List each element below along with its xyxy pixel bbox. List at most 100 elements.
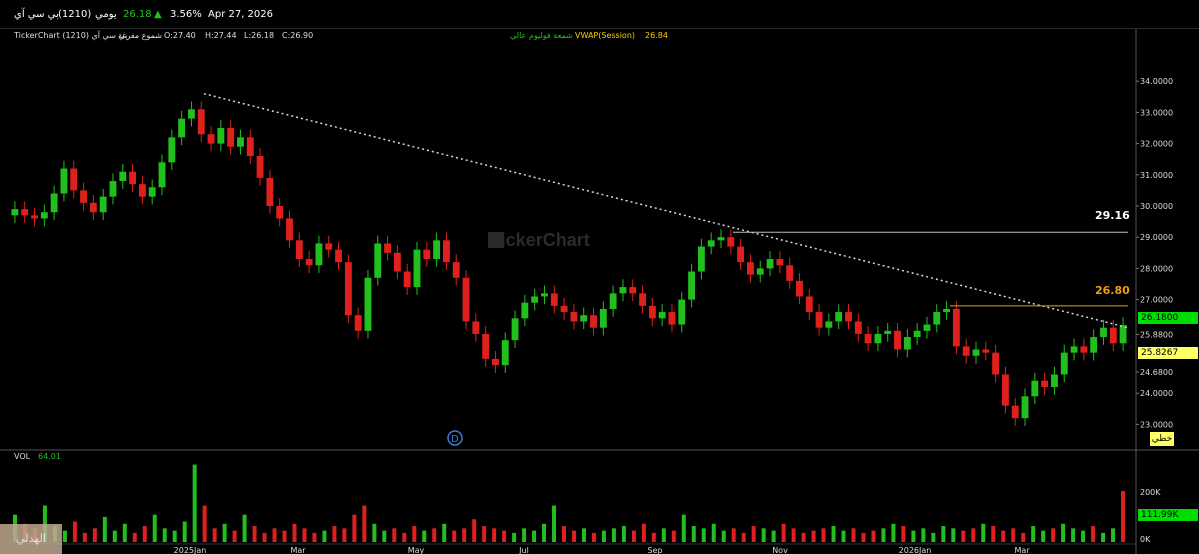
candle-body[interactable] [138,184,146,197]
candle-body[interactable] [501,340,509,366]
candle-body[interactable] [550,293,558,306]
candle-body[interactable] [776,259,784,266]
candle-body[interactable] [668,312,676,325]
candle-body[interactable] [168,137,176,163]
candle-body[interactable] [609,293,617,309]
candle-body[interactable] [1060,352,1068,375]
candle-body[interactable] [737,246,745,263]
period-label[interactable]: يومي [95,9,117,20]
candle-body[interactable] [1090,337,1098,353]
candle-body[interactable] [746,262,754,275]
symbol-name[interactable]: بي سي آي [14,9,59,20]
candle-body[interactable] [697,246,705,272]
candle-body[interactable] [933,312,941,325]
candle-body[interactable] [707,240,715,247]
candle-body[interactable] [854,321,862,334]
candle-body[interactable] [903,337,911,350]
candle-body[interactable] [1041,380,1049,387]
candle-body[interactable] [462,277,470,322]
candle-body[interactable] [99,196,107,213]
candle-body[interactable] [50,193,58,213]
candle-body[interactable] [187,109,195,119]
candle-body[interactable] [648,305,656,319]
candle-body[interactable] [805,296,813,313]
candle-body[interactable] [1051,374,1058,387]
candle-body[interactable] [364,277,372,331]
candle-body[interactable] [1080,346,1088,353]
candle-body[interactable] [511,318,519,341]
candle-body[interactable] [570,312,578,322]
candle-body[interactable] [472,321,480,334]
candle-body[interactable] [80,190,87,203]
candle-body[interactable] [1119,325,1127,344]
candle-body[interactable] [580,315,588,322]
mode-tag[interactable]: خطي [1150,432,1174,446]
candle-body[interactable] [982,349,990,353]
candle-body[interactable] [962,346,970,356]
candle-body[interactable] [11,209,19,216]
candle-body[interactable] [874,333,882,344]
candle-body[interactable] [482,333,490,359]
candle-body[interactable] [207,134,215,144]
candle-body[interactable] [845,312,852,322]
candle-body[interactable] [452,262,460,278]
candle-body[interactable] [1100,327,1107,338]
candle-body[interactable] [286,218,293,241]
vwap-label[interactable]: VWAP(Session) [575,31,635,40]
candle-body[interactable] [521,302,529,319]
candle-body[interactable] [884,330,892,334]
candle-body[interactable] [688,271,696,300]
candle-body[interactable] [197,109,205,135]
candle-body[interactable] [433,240,441,260]
candle-body[interactable] [992,352,1000,375]
candle-body[interactable] [442,240,450,263]
candle-body[interactable] [246,137,254,157]
candle-body[interactable] [305,259,313,266]
candle-body[interactable] [943,308,951,313]
candle-body[interactable] [413,249,421,288]
candle-body[interactable] [354,315,362,331]
candle-body[interactable] [335,249,342,263]
candle-body[interactable] [923,324,931,331]
candle-body[interactable] [129,171,137,185]
candle-body[interactable] [1021,396,1029,419]
candle-body[interactable] [158,162,166,188]
candle-body[interactable] [629,287,637,294]
candle-body[interactable] [825,321,833,328]
candle-body[interactable] [599,308,607,328]
candle-body[interactable] [237,137,244,147]
candle-body[interactable] [393,252,401,272]
candle-body[interactable] [864,333,872,344]
candle-body[interactable] [403,271,411,288]
candle-body[interactable] [266,177,274,206]
candle-body[interactable] [590,315,597,328]
candle-body[interactable] [119,171,127,182]
dotted-trendline[interactable] [203,92,1129,329]
candle-body[interactable] [31,215,38,219]
candle-body[interactable] [717,237,725,241]
candle-body[interactable] [894,330,901,350]
candle-body[interactable] [1031,380,1039,397]
candle-body[interactable] [913,330,921,338]
candle-body[interactable] [756,268,764,275]
candle-body[interactable] [658,312,666,319]
candle-body[interactable] [315,243,323,266]
candle-body[interactable] [952,308,960,347]
candle-body[interactable] [295,240,303,260]
candle-body[interactable] [344,262,352,316]
candle-body[interactable] [727,237,735,247]
candle-body[interactable] [148,187,156,197]
chart-canvas[interactable]: 34.0000 33.0000 32.0000 31.0000 30.0000 29.00… [0,0,1199,554]
candle-body[interactable] [1001,374,1009,406]
candle-body[interactable] [619,287,627,294]
candle-body[interactable] [678,299,686,325]
candle-body[interactable] [109,181,117,197]
candle-body[interactable] [227,128,235,147]
candle-body[interactable] [531,296,539,303]
candle-body[interactable] [89,202,97,213]
candle-body[interactable] [541,293,548,297]
candle-body[interactable] [217,128,225,144]
candle-body[interactable] [815,312,823,328]
candle-body[interactable] [21,209,29,216]
candle-body[interactable] [325,243,333,250]
